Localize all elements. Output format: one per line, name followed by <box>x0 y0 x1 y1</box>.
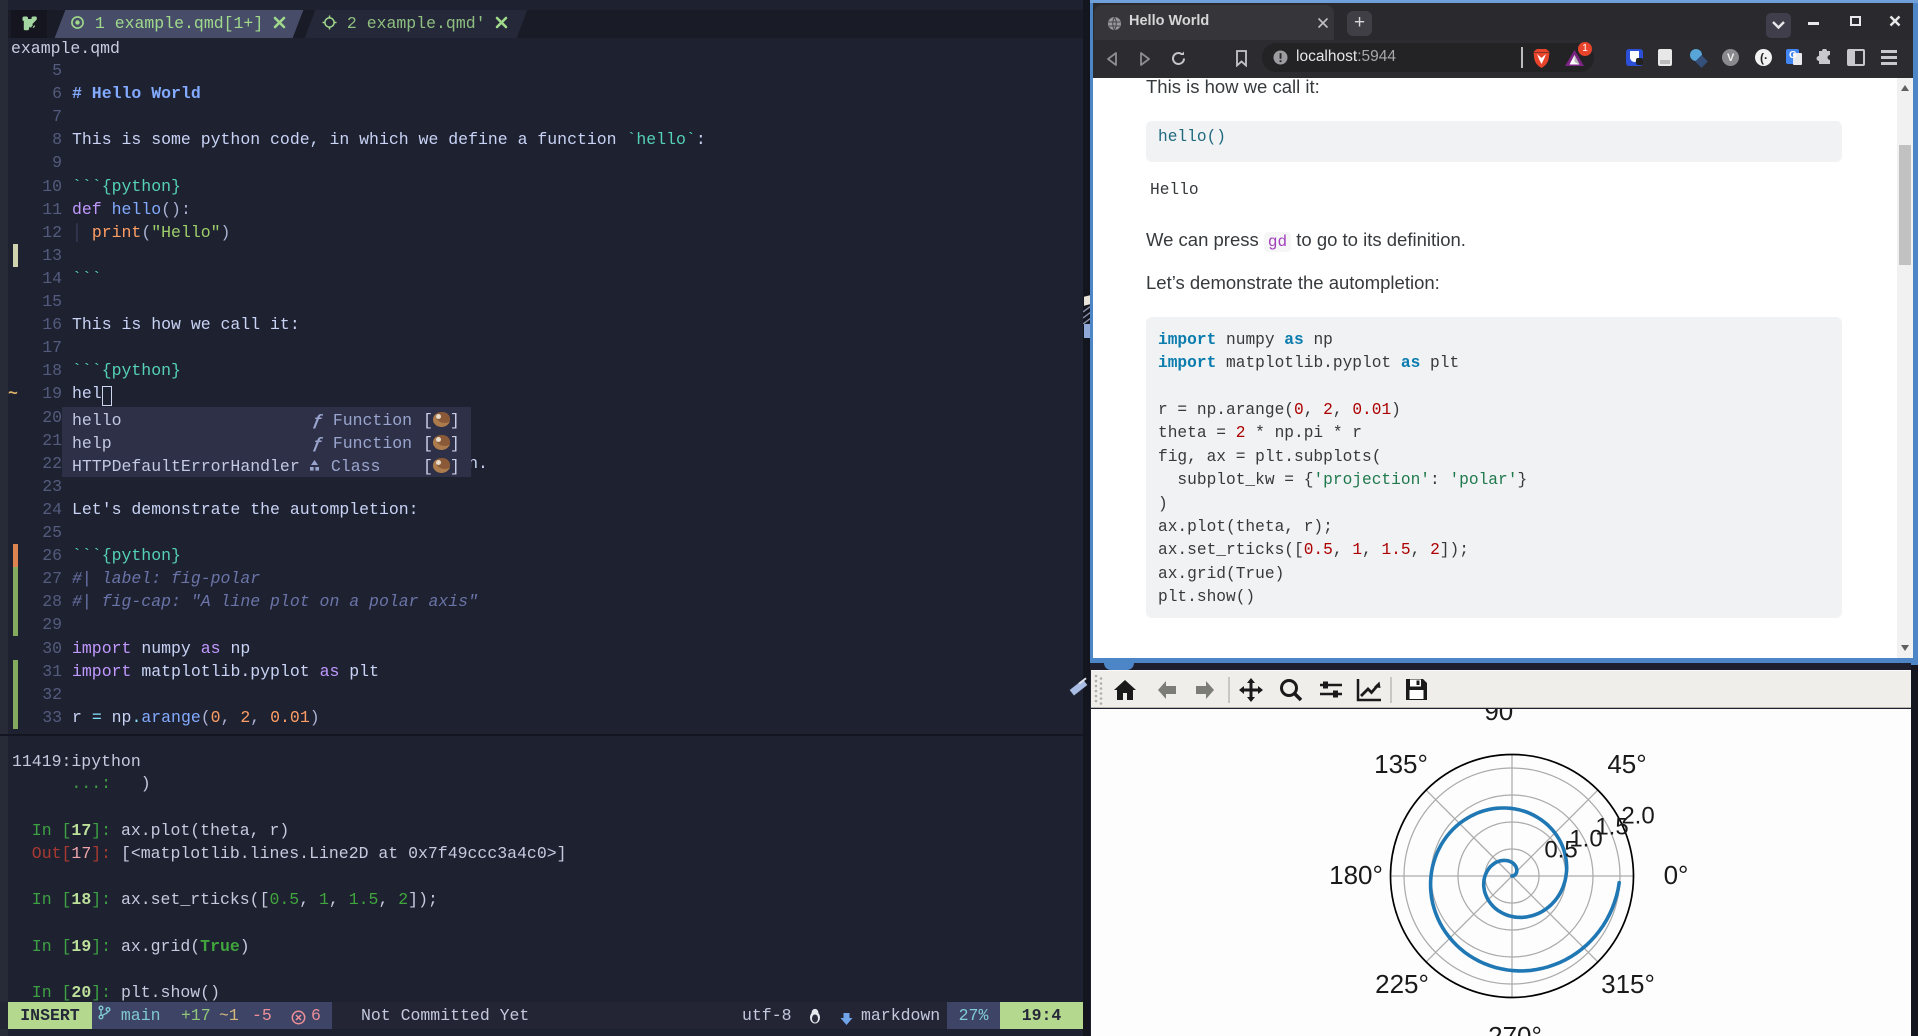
svg-text:2.0: 2.0 <box>1621 803 1654 830</box>
svg-text:225°: 225° <box>1375 969 1429 999</box>
svg-text:135°: 135° <box>1374 749 1428 779</box>
svg-text:0°: 0° <box>1664 860 1689 890</box>
svg-text:45°: 45° <box>1607 749 1646 779</box>
svg-text:270°: 270° <box>1488 1021 1542 1036</box>
svg-text:180°: 180° <box>1329 860 1383 890</box>
svg-text:315°: 315° <box>1601 969 1655 999</box>
svg-text:90°: 90° <box>1484 709 1523 726</box>
